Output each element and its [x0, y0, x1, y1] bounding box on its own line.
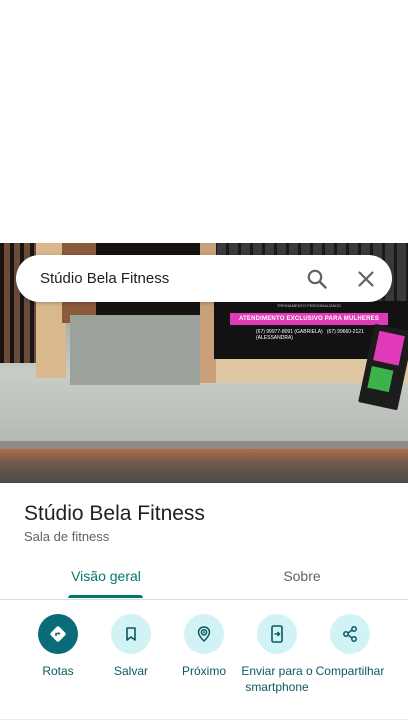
- place-tabs: Visão geral Sobre: [0, 559, 408, 600]
- bookmark-icon: [111, 614, 151, 654]
- share-label: Compartilhar: [315, 664, 385, 678]
- search-bar[interactable]: Stúdio Bela Fitness: [16, 255, 392, 302]
- banner-phone-2: (67) 99660-2121: [326, 329, 364, 335]
- directions-icon: [38, 614, 78, 654]
- bottom-divider: [0, 719, 408, 720]
- nearby-icon: [184, 614, 224, 654]
- share-button[interactable]: Compartilhar: [310, 614, 390, 714]
- tab-about[interactable]: Sobre: [232, 559, 372, 597]
- save-button[interactable]: Salvar: [91, 614, 171, 714]
- map-blank-area: [0, 0, 408, 243]
- active-tab-indicator: [68, 595, 143, 598]
- tab-overview[interactable]: Visão geral: [36, 559, 176, 597]
- place-category[interactable]: Sala de fitness: [24, 529, 109, 545]
- share-icon: [330, 614, 370, 654]
- save-label: Salvar: [113, 664, 148, 678]
- send-to-phone-icon: [257, 614, 297, 654]
- nearby-button[interactable]: Próximo: [164, 614, 244, 714]
- search-input[interactable]: Stúdio Bela Fitness: [40, 255, 169, 302]
- send-to-phone-label: Enviar para o smartphone: [241, 664, 313, 694]
- banner-phone-2-name: (ALESSANDRA): [256, 335, 293, 341]
- close-icon[interactable]: [354, 267, 378, 291]
- banner-top-text: TREINAMENTO PERSONALIZADO: [276, 303, 342, 308]
- directions-label: Rotas: [42, 664, 74, 678]
- tabs-divider: [0, 599, 408, 600]
- nearby-label: Próximo: [181, 664, 226, 678]
- place-title: Stúdio Bela Fitness: [24, 502, 205, 525]
- banner-text: ATENDIMENTO EXCLUSIVO PARA MULHERES: [230, 313, 388, 325]
- banner-phone-1-name: (GABRIELA): [294, 329, 323, 335]
- directions-button[interactable]: Rotas: [18, 614, 98, 714]
- banner-phones: (67) 99977-8091 (GABRIELA) (67) 99660-21…: [256, 329, 390, 341]
- send-to-phone-button[interactable]: Enviar para o smartphone: [237, 614, 317, 714]
- search-icon[interactable]: [305, 267, 329, 291]
